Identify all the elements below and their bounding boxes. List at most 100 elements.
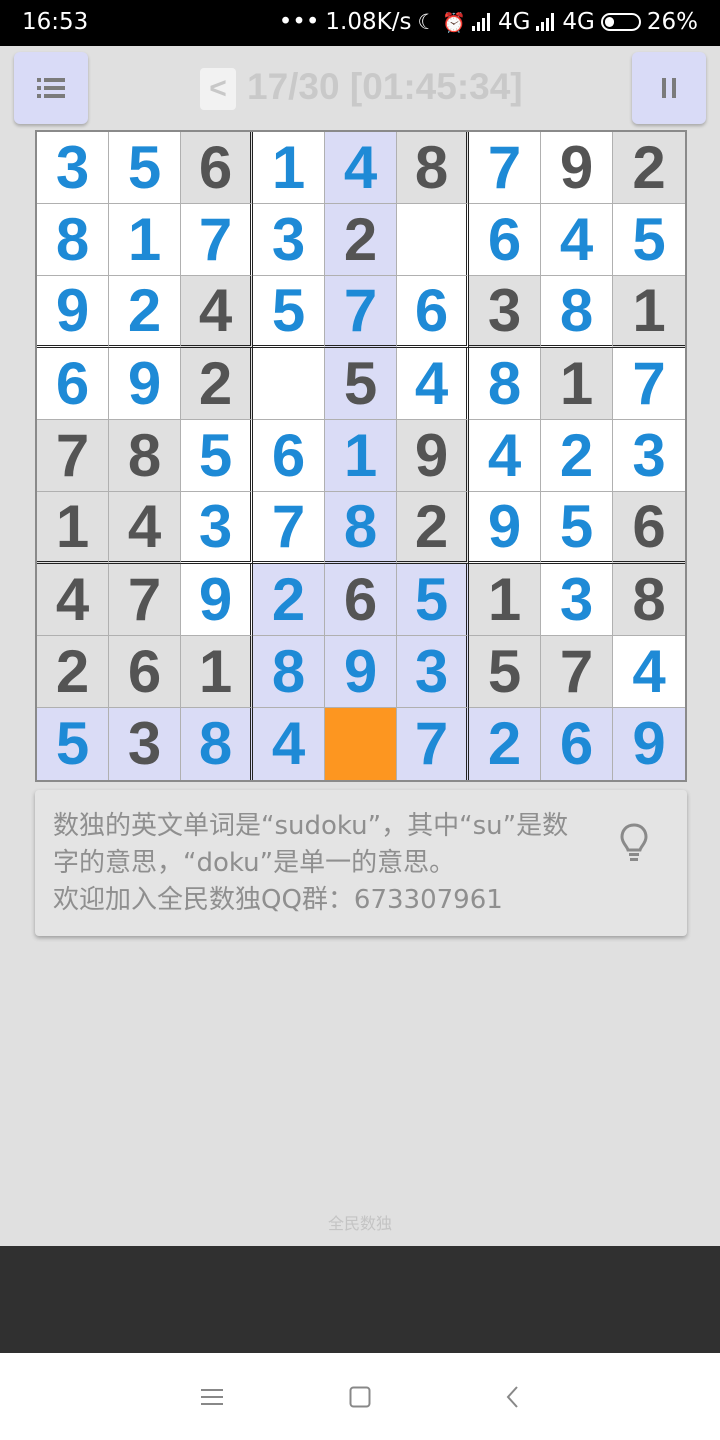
sudoku-cell-r4c7[interactable]: 8 — [469, 348, 541, 420]
sudoku-cell-r3c7[interactable]: 3 — [469, 276, 541, 348]
sudoku-cell-r7c8[interactable]: 3 — [541, 564, 613, 636]
sudoku-cell-r7c4[interactable]: 2 — [253, 564, 325, 636]
sudoku-cell-r4c6[interactable]: 4 — [397, 348, 469, 420]
sudoku-cell-r5c1[interactable]: 7 — [37, 420, 109, 492]
sudoku-cell-r3c5[interactable]: 7 — [325, 276, 397, 348]
sudoku-cell-r8c4[interactable]: 8 — [253, 636, 325, 708]
more-dots-icon: ••• — [278, 9, 320, 35]
sudoku-cell-r3c3[interactable]: 4 — [181, 276, 253, 348]
sudoku-cell-r2c5[interactable]: 2 — [325, 204, 397, 276]
sudoku-cell-r4c4[interactable] — [253, 348, 325, 420]
sudoku-cell-r7c1[interactable]: 4 — [37, 564, 109, 636]
sudoku-cell-r6c3[interactable]: 3 — [181, 492, 253, 564]
hint-line-2: 字的意思，“doku”是单一的意思。 — [53, 848, 456, 878]
sudoku-cell-r8c7[interactable]: 5 — [469, 636, 541, 708]
sudoku-cell-r9c8[interactable]: 6 — [541, 708, 613, 780]
sudoku-cell-r5c8[interactable]: 2 — [541, 420, 613, 492]
sudoku-cell-r1c2[interactable]: 5 — [109, 132, 181, 204]
sudoku-cell-r9c9[interactable]: 9 — [613, 708, 685, 780]
sudoku-cell-r3c1[interactable]: 9 — [37, 276, 109, 348]
lightbulb-icon — [620, 823, 648, 861]
sudoku-cell-r1c7[interactable]: 7 — [469, 132, 541, 204]
sudoku-cell-r1c3[interactable]: 6 — [181, 132, 253, 204]
sudoku-cell-r8c2[interactable]: 6 — [109, 636, 181, 708]
sudoku-cell-r7c9[interactable]: 8 — [613, 564, 685, 636]
recent-apps-button[interactable] — [190, 1375, 234, 1419]
sudoku-cell-r6c5[interactable]: 8 — [325, 492, 397, 564]
sudoku-cell-r7c7[interactable]: 1 — [469, 564, 541, 636]
sudoku-cell-r5c5[interactable]: 1 — [325, 420, 397, 492]
status-bar: 16:53 ••• 1.08K/s ☾ ⏰ 4G 4G 26% — [0, 0, 720, 46]
sudoku-cell-r3c4[interactable]: 5 — [253, 276, 325, 348]
pause-icon — [662, 78, 676, 98]
battery-icon — [600, 13, 641, 31]
home-button[interactable] — [338, 1375, 382, 1419]
sudoku-cell-r1c9[interactable]: 2 — [613, 132, 685, 204]
sudoku-cell-r3c6[interactable]: 6 — [397, 276, 469, 348]
menu-lines-icon — [201, 1389, 223, 1405]
sudoku-cell-r6c6[interactable]: 2 — [397, 492, 469, 564]
back-button[interactable] — [490, 1375, 534, 1419]
sudoku-cell-r9c3[interactable]: 8 — [181, 708, 253, 780]
sudoku-cell-r2c4[interactable]: 3 — [253, 204, 325, 276]
sudoku-cell-r8c3[interactable]: 1 — [181, 636, 253, 708]
sudoku-cell-r9c4[interactable]: 4 — [253, 708, 325, 780]
sudoku-cell-r1c8[interactable]: 9 — [541, 132, 613, 204]
sudoku-cell-r1c4[interactable]: 1 — [253, 132, 325, 204]
sudoku-cell-r5c7[interactable]: 4 — [469, 420, 541, 492]
sudoku-cell-r2c2[interactable]: 1 — [109, 204, 181, 276]
sudoku-cell-r8c5[interactable]: 9 — [325, 636, 397, 708]
signal-icon — [536, 13, 556, 31]
sudoku-cell-r2c8[interactable]: 4 — [541, 204, 613, 276]
sudoku-cell-r5c6[interactable]: 9 — [397, 420, 469, 492]
sudoku-cell-r5c4[interactable]: 6 — [253, 420, 325, 492]
sudoku-cell-r4c9[interactable]: 7 — [613, 348, 685, 420]
sudoku-cell-r3c8[interactable]: 8 — [541, 276, 613, 348]
sudoku-cell-r3c2[interactable]: 2 — [109, 276, 181, 348]
sudoku-cell-r4c3[interactable]: 2 — [181, 348, 253, 420]
sudoku-cell-r2c9[interactable]: 5 — [613, 204, 685, 276]
sudoku-cell-r4c2[interactable]: 9 — [109, 348, 181, 420]
sudoku-cell-r6c4[interactable]: 7 — [253, 492, 325, 564]
sudoku-cell-r6c7[interactable]: 9 — [469, 492, 541, 564]
sudoku-cell-r6c9[interactable]: 6 — [613, 492, 685, 564]
sudoku-cell-r6c8[interactable]: 5 — [541, 492, 613, 564]
sudoku-cell-r7c2[interactable]: 7 — [109, 564, 181, 636]
sudoku-cell-r3c9[interactable]: 1 — [613, 276, 685, 348]
sudoku-cell-r1c1[interactable]: 3 — [37, 132, 109, 204]
menu-button[interactable] — [14, 52, 88, 124]
chevron-left-icon — [506, 1386, 518, 1408]
sudoku-cell-r8c1[interactable]: 2 — [37, 636, 109, 708]
sudoku-board: 3561487928173264592457638169254817785619… — [35, 130, 687, 782]
sudoku-cell-r7c6[interactable]: 5 — [397, 564, 469, 636]
sudoku-cell-r9c2[interactable]: 3 — [109, 708, 181, 780]
alarm-icon: ⏰ — [442, 11, 466, 34]
hint-button[interactable] — [619, 822, 649, 866]
sudoku-cell-r8c6[interactable]: 3 — [397, 636, 469, 708]
sudoku-cell-r5c9[interactable]: 3 — [613, 420, 685, 492]
sudoku-cell-r9c7[interactable]: 2 — [469, 708, 541, 780]
sudoku-cell-r8c9[interactable]: 4 — [613, 636, 685, 708]
sudoku-cell-r6c1[interactable]: 1 — [37, 492, 109, 564]
sudoku-cell-r2c1[interactable]: 8 — [37, 204, 109, 276]
sudoku-cell-r9c1[interactable]: 5 — [37, 708, 109, 780]
sudoku-cell-r2c3[interactable]: 7 — [181, 204, 253, 276]
sudoku-cell-r7c3[interactable]: 9 — [181, 564, 253, 636]
sudoku-cell-r1c5[interactable]: 4 — [325, 132, 397, 204]
sudoku-cell-r2c6[interactable] — [397, 204, 469, 276]
sudoku-cell-r6c2[interactable]: 4 — [109, 492, 181, 564]
system-navigation-bar — [0, 1353, 720, 1440]
sudoku-cell-r1c6[interactable]: 8 — [397, 132, 469, 204]
sudoku-cell-r2c7[interactable]: 6 — [469, 204, 541, 276]
sudoku-cell-r4c1[interactable]: 6 — [37, 348, 109, 420]
sudoku-cell-r8c8[interactable]: 7 — [541, 636, 613, 708]
sudoku-cell-r5c2[interactable]: 8 — [109, 420, 181, 492]
sudoku-cell-r9c6[interactable]: 7 — [397, 708, 469, 780]
sudoku-cell-r7c5[interactable]: 6 — [325, 564, 397, 636]
sudoku-cell-r4c8[interactable]: 1 — [541, 348, 613, 420]
sudoku-cell-r5c3[interactable]: 5 — [181, 420, 253, 492]
sudoku-cell-r4c5[interactable]: 5 — [325, 348, 397, 420]
pause-button[interactable] — [632, 52, 706, 124]
previous-puzzle-button[interactable]: < — [200, 68, 236, 110]
sudoku-cell-r9c5[interactable] — [325, 708, 397, 780]
